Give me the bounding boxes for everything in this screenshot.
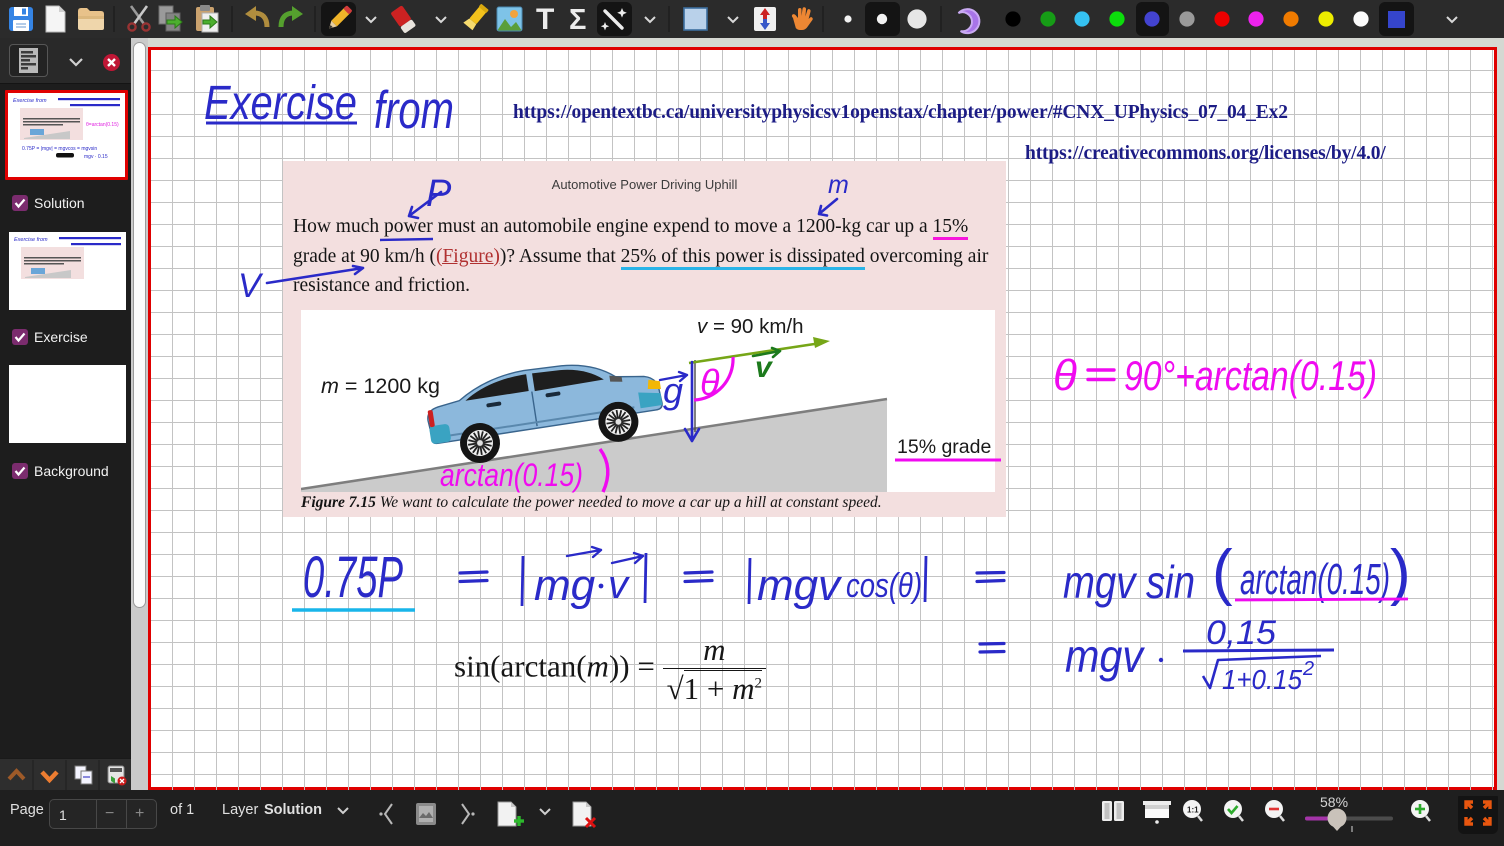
svg-text:0.75P = |mgv| = mgvcos = mgvsi: 0.75P = |mgv| = mgvcos = mgvsin — [22, 146, 97, 152]
svg-text:v = 90 km/h: v = 90 km/h — [697, 315, 804, 338]
svg-text:Exercise from: Exercise from — [14, 237, 48, 243]
svg-text:Exercise from: Exercise from — [13, 98, 47, 104]
svg-text:15% grade: 15% grade — [897, 436, 991, 458]
svg-text:58%: 58% — [1320, 796, 1348, 810]
svg-text:Σ: Σ — [569, 4, 586, 36]
svg-text:T: T — [536, 3, 554, 36]
svg-text:m = 1200 kg: m = 1200 kg — [321, 374, 440, 398]
svg-text:θ=arctan(0.15): θ=arctan(0.15) — [86, 122, 119, 128]
svg-text:mgv · 0.15: mgv · 0.15 — [84, 154, 108, 160]
svg-text:1:1: 1:1 — [1187, 806, 1199, 815]
